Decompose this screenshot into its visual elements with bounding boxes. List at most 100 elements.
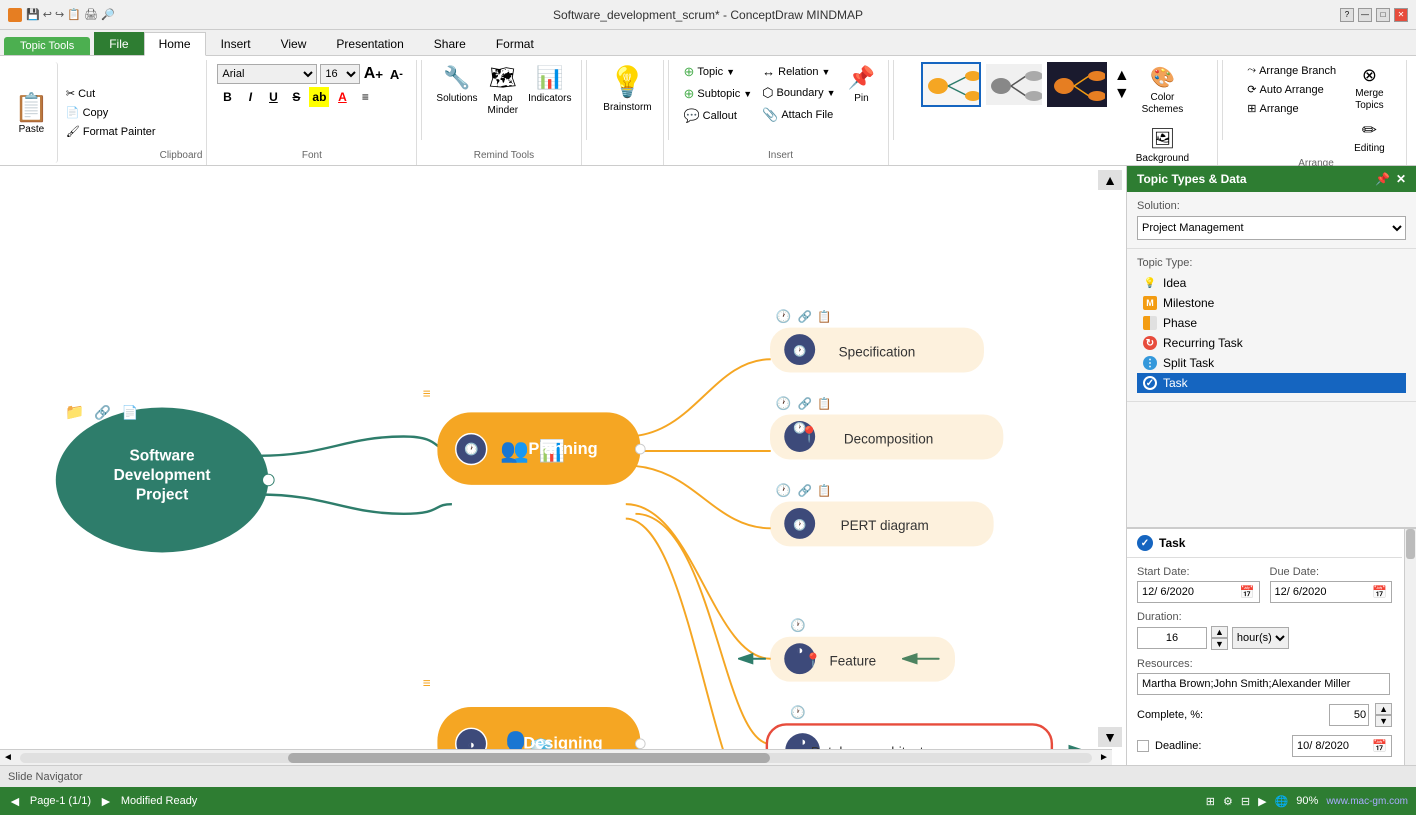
strikethrough-btn[interactable]: S [286,87,306,107]
boundary-dropdown[interactable]: ▼ [827,88,836,98]
auto-arrange-button[interactable]: ⟳ Auto Arrange [1243,81,1340,98]
cut-button[interactable]: ✂ Cut [62,85,160,102]
italic-btn[interactable]: I [240,87,260,107]
color-schemes-button[interactable]: 🎨 ColorSchemes [1132,62,1193,119]
panel-pin-btn[interactable]: 📌 [1375,172,1390,186]
globe-btn[interactable]: 🌐 [1275,795,1289,808]
topic-dropdown[interactable]: ▼ [726,67,735,77]
tab-view[interactable]: View [266,32,322,55]
type-recurring[interactable]: ↻ Recurring Task [1137,333,1406,353]
deadline-calendar[interactable]: 📅 [1372,739,1387,753]
theme-scroll-up[interactable]: ▲ [1114,67,1130,85]
arrange-col2: ⊗ MergeTopics ✏ Editing [1350,62,1389,158]
type-idea[interactable]: 💡 Idea [1137,273,1406,293]
duration-input[interactable] [1137,627,1207,649]
text-align-btn[interactable]: ≡ [355,87,375,107]
scroll-right-btn[interactable]: ► [1096,752,1112,763]
start-date-calendar[interactable]: 📅 [1240,585,1255,599]
task-header: ✓ Task [1127,529,1402,558]
tab-format[interactable]: Format [481,32,549,55]
title-bar: 💾 ↩ ↪ 📋 🖨 🔎 Software_development_scrum* … [0,0,1416,30]
scroll-left-btn[interactable]: ◄ [0,752,16,763]
clipboard-label: Clipboard [160,150,203,163]
status-prev-btn[interactable]: ◄ [8,793,22,809]
editing-button[interactable]: ✏ Editing [1350,117,1389,158]
arrange-branch-button[interactable]: ⤳ Arrange Branch [1243,62,1340,79]
format-painter-button[interactable]: 🖌 Format Painter [62,123,160,140]
theme-preview-3[interactable] [1047,62,1107,107]
tab-file[interactable]: File [94,32,143,55]
scroll-up-btn[interactable]: ▲ [1098,170,1122,190]
start-date-input[interactable]: 12/ 6/2020 📅 [1137,581,1260,603]
type-split[interactable]: ⋮ Split Task [1137,353,1406,373]
attach-button[interactable]: 📎 Attach File [758,105,839,125]
complete-input[interactable] [1329,704,1369,726]
type-phase[interactable]: Phase [1137,313,1406,333]
resources-input[interactable] [1137,673,1390,695]
background-button[interactable]: 🖼 Background [1132,123,1193,168]
solution-select[interactable]: Project Management [1137,216,1406,240]
font-color-btn[interactable]: A [332,87,352,107]
grid-view-btn[interactable]: ⊞ [1206,795,1215,808]
maximize-btn[interactable]: □ [1376,8,1390,22]
topic-tools-tab[interactable]: Topic Tools [4,37,90,55]
help-btn[interactable]: ? [1340,8,1354,22]
deadline-checkbox[interactable] [1137,740,1149,752]
status-next-btn[interactable]: ► [99,793,113,809]
merge-topics-button[interactable]: ⊗ MergeTopics [1350,62,1389,115]
scroll-thumb-h[interactable] [288,753,770,763]
panel-close-btn[interactable]: ✕ [1396,172,1406,186]
format-painter-icon: 🖌 [66,125,80,138]
panel-scrollbar[interactable] [1404,529,1416,765]
tab-insert[interactable]: Insert [206,32,266,55]
bold-btn[interactable]: B [217,87,237,107]
font-grow-btn[interactable]: A+ [363,64,383,84]
map-minder-button[interactable]: 🗺 MapMinder [484,62,523,120]
duration-down[interactable]: ▼ [1211,638,1228,650]
minimize-btn[interactable]: — [1358,8,1372,22]
play-btn[interactable]: ▶ [1258,795,1266,808]
theme-preview-1[interactable] [921,62,981,107]
font-face-select[interactable]: Arial [217,64,317,84]
tab-home[interactable]: Home [144,32,206,56]
type-task[interactable]: ✓ Task [1137,373,1406,393]
panel-scrollbar-thumb[interactable] [1406,529,1415,559]
map-area[interactable]: ▲ [0,166,1126,765]
relation-button[interactable]: ↔ Relation ▼ [758,62,839,81]
callout-button[interactable]: 💬 Callout [679,106,756,126]
layout-btn[interactable]: ⊟ [1241,795,1250,808]
close-btn[interactable]: ✕ [1394,8,1408,22]
subtopic-button[interactable]: ⊕ Subtopic ▼ [679,84,756,104]
settings-btn[interactable]: ⚙ [1223,795,1233,808]
theme-scroll-down[interactable]: ▼ [1114,85,1130,103]
font-shrink-btn[interactable]: A- [386,64,406,84]
highlight-btn[interactable]: ab [309,87,329,107]
due-date-calendar[interactable]: 📅 [1372,585,1387,599]
deadline-input[interactable]: 10/ 8/2020 📅 [1292,735,1392,757]
complete-down[interactable]: ▼ [1375,715,1392,727]
tab-share[interactable]: Share [419,32,481,55]
horizontal-scroll[interactable]: ◄ ► [0,749,1112,765]
tab-presentation[interactable]: Presentation [321,32,418,55]
subtopic-dropdown[interactable]: ▼ [743,89,752,99]
type-milestone[interactable]: M Milestone [1137,293,1406,313]
pin-button[interactable]: 📌 Pin [842,62,882,108]
complete-up[interactable]: ▲ [1375,703,1392,715]
arrange-button[interactable]: ⊞ Arrange [1243,100,1340,117]
window-controls[interactable]: ? — □ ✕ [1340,8,1408,22]
indicators-button[interactable]: 📊 Indicators [524,62,575,108]
copy-button[interactable]: 📄 Copy [62,104,160,121]
font-size-select[interactable]: 16 [320,64,360,84]
scroll-down-btn[interactable]: ▼ [1098,727,1122,747]
relation-dropdown[interactable]: ▼ [821,67,830,77]
due-date-input[interactable]: 12/ 6/2020 📅 [1270,581,1393,603]
brainstorm-button[interactable]: 💡 Brainstorm [597,62,657,117]
boundary-button[interactable]: ⬡ Boundary ▼ [758,83,839,103]
paste-button[interactable]: 📋 Paste [6,62,58,163]
topic-button[interactable]: ⊕ Topic ▼ [679,62,756,82]
duration-up[interactable]: ▲ [1211,626,1228,638]
solutions-button[interactable]: 🔧 Solutions [432,62,481,108]
duration-unit-select[interactable]: hour(s) [1232,627,1289,649]
underline-btn[interactable]: U [263,87,283,107]
theme-preview-2[interactable] [984,62,1044,107]
